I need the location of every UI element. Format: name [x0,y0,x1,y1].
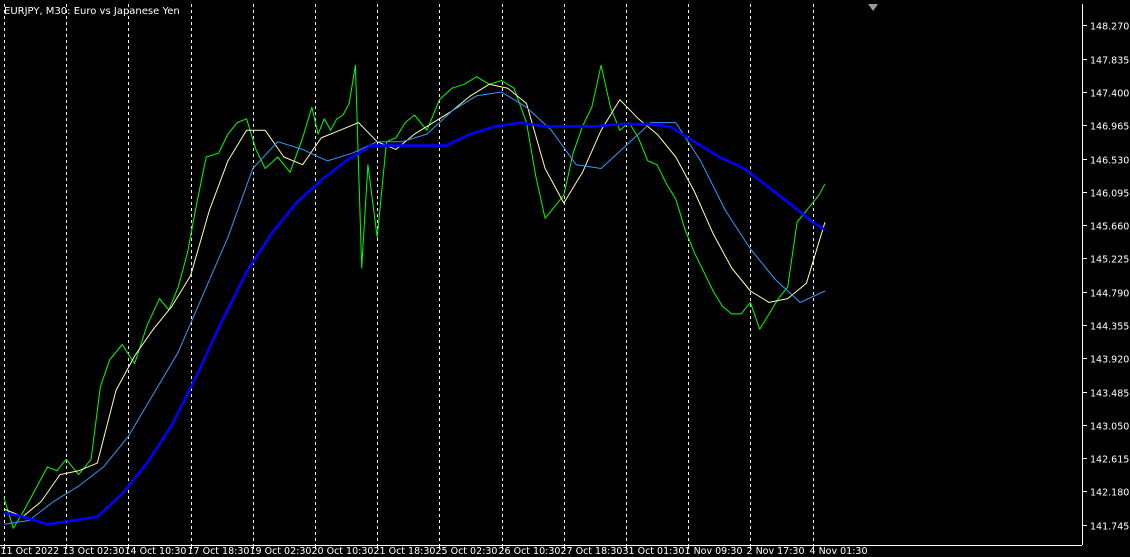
time-tick-label: 1 Nov 09:30 [685,546,743,557]
price-tick-label: 143.920 [1090,355,1129,366]
price-tick-label: 142.615 [1090,455,1129,466]
time-tick-label: 11 Oct 2022 [1,546,60,557]
price-tick-label: 143.485 [1090,389,1129,400]
time-tick-label: 31 Oct 01:30 [623,546,685,557]
time-tick-label: 21 Oct 18:30 [374,546,436,557]
moving-average-fast-line [3,83,826,518]
time-tick-label: 20 Oct 10:30 [312,546,374,557]
time-tick-label: 14 Oct 10:30 [125,546,187,557]
chart-title: EURJPY, M30: Euro vs Japanese Yen [4,6,180,17]
time-tick-label: 26 Oct 10:30 [499,546,561,557]
time-tick-label: 19 Oct 02:30 [250,546,312,557]
time-tick-label: 25 Oct 02:30 [436,546,498,557]
price-tick-label: 145.225 [1090,255,1129,266]
moving-average-slow-line [3,121,826,526]
price-tick-label: 147.400 [1090,89,1129,100]
time-tick-label: 17 Oct 18:30 [188,546,250,557]
price-tick-label: 145.660 [1090,222,1129,233]
time-tick-label: 13 Oct 02:30 [63,546,125,557]
price-tick-label: 148.270 [1090,22,1129,33]
chart-window[interactable]: 148.270 147.835 147.400 146.965 146.530 146.0… [0,0,1130,557]
price-tick-label: 146.965 [1090,122,1129,133]
price-tick-label: 146.095 [1090,189,1129,200]
price-tick-label: 146.530 [1090,156,1129,167]
price-tick-label: 143.050 [1090,422,1129,433]
time-tick-label: 4 Nov 01:30 [810,546,868,557]
moving-average-medium-line [3,91,826,525]
price-chart[interactable]: 148.270 147.835 147.400 146.965 146.530 146.0… [0,0,1130,557]
price-tick-label: 141.745 [1090,522,1129,533]
time-tick-label: 27 Oct 18:30 [561,546,623,557]
shift-marker-icon[interactable] [868,4,878,11]
price-tick-label: 144.790 [1090,289,1129,300]
price-tick-label: 144.355 [1090,322,1129,333]
time-tick-label: 2 Nov 17:30 [747,546,805,557]
price-tick-label: 142.180 [1090,488,1129,499]
price-tick-label: 147.835 [1090,56,1129,67]
